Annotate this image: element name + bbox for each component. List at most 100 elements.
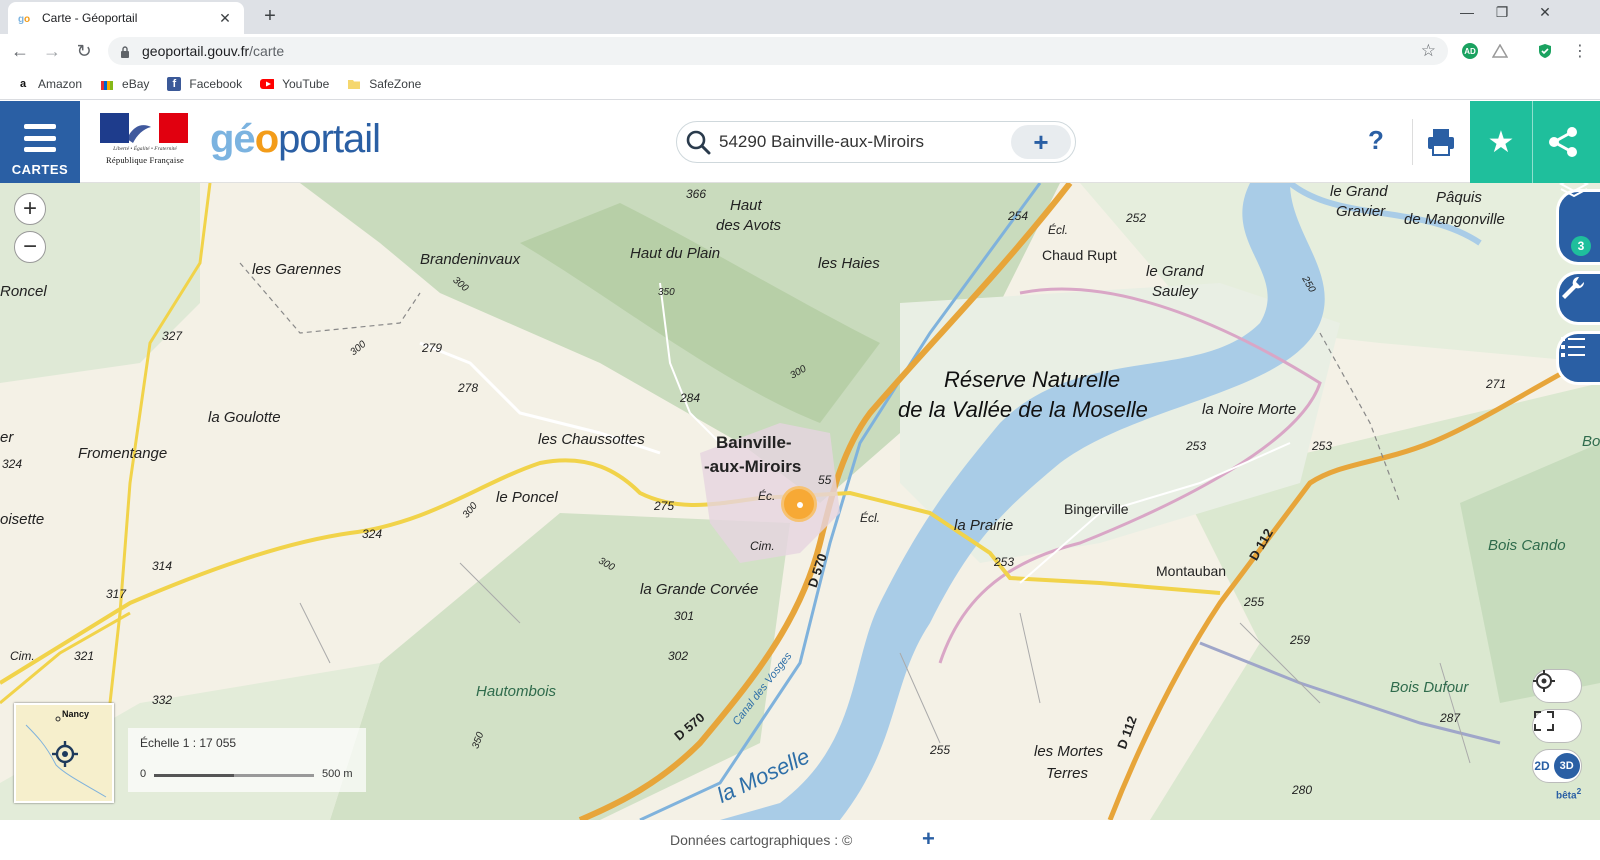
tab-title: Carte - Géoportail	[42, 11, 138, 25]
bookmark-youtube[interactable]: YouTube	[260, 77, 329, 91]
map-label: Fromentange	[78, 445, 168, 462]
help-button[interactable]: ?	[1368, 125, 1384, 156]
view-2d-3d-toggle[interactable]: 2D 3D	[1532, 749, 1582, 783]
map-label: de Mangonville	[1404, 211, 1505, 228]
map-label: la Grande Corvée	[640, 581, 759, 598]
bookmark-star-icon[interactable]: ☆	[1421, 41, 1436, 61]
mode-2d-button[interactable]: 2D	[1534, 759, 1549, 773]
mode-3d-button[interactable]: 3D	[1553, 753, 1580, 779]
map-canvas[interactable]: Haut des Avots Haut du Plain les Haies B…	[0, 183, 1600, 820]
map-label: Roncel	[0, 283, 47, 300]
map-label-reserve: de la Vallée de la Moselle	[898, 397, 1148, 422]
advanced-search-button[interactable]: +	[1011, 125, 1071, 159]
drive-extension-icon[interactable]	[1492, 43, 1508, 59]
bookmarks-bar: a Amazon eBay f Facebook YouTube SafeZon…	[0, 68, 1600, 100]
map-label: les Mortes	[1034, 743, 1104, 760]
elevation-label: 284	[680, 391, 701, 405]
url-text: geoportail.gouv.fr/carte	[142, 43, 285, 59]
adblock-extension-icon[interactable]: AD	[1462, 43, 1478, 59]
reload-button[interactable]: ↻	[72, 39, 96, 63]
hamburger-icon	[24, 124, 56, 152]
map-credits: Données cartographiques : ©	[670, 832, 853, 848]
minimize-button[interactable]: —	[1452, 4, 1482, 20]
map-label: les Chaussottes	[538, 431, 645, 448]
map-scale: Échelle 1 : 17 055 0 500 m	[128, 728, 366, 792]
browser-tab[interactable]: go Carte - Géoportail ✕	[8, 2, 244, 34]
tools-tab[interactable]	[1556, 271, 1600, 325]
bookmark-facebook[interactable]: f Facebook	[167, 76, 242, 91]
share-icon[interactable]	[1544, 123, 1582, 161]
scale-end-label: 500 m	[322, 768, 353, 780]
bookmark-amazon[interactable]: a Amazon	[16, 77, 82, 91]
overview-minimap[interactable]: Nancy	[14, 703, 114, 803]
elevation-label: 314	[152, 559, 173, 573]
elevation-label: 302	[668, 649, 689, 663]
search-input[interactable]	[719, 132, 1011, 152]
map-label-town: Bainville-	[716, 433, 792, 452]
map-label: Éc.	[758, 489, 776, 503]
map-label: Haut du Plain	[630, 245, 721, 262]
geoportail-logo[interactable]: géoportail	[210, 117, 381, 162]
zoom-in-button[interactable]: +	[14, 193, 46, 225]
map-label: Brandeninvaux	[420, 251, 521, 268]
facebook-icon: f	[167, 76, 182, 91]
elevation-label: 275	[654, 499, 675, 513]
browser-menu-icon[interactable]: ⋮	[1568, 39, 1592, 63]
map-label: Montauban	[1156, 563, 1227, 579]
map-label: Pâquis	[1436, 189, 1482, 206]
maximize-button[interactable]: ❐	[1487, 4, 1517, 21]
back-button[interactable]: ←	[8, 39, 32, 63]
elevation-label: 324	[362, 527, 383, 541]
cartes-menu-button[interactable]: CARTES	[0, 101, 80, 183]
search-icon[interactable]	[677, 121, 719, 163]
elevation-label: 255	[1244, 595, 1265, 609]
map-label-town: -aux-Miroirs	[704, 457, 802, 476]
elevation-label: 350	[658, 287, 675, 298]
map-label: Sauley	[1152, 283, 1198, 300]
elevation-label: 321	[74, 649, 95, 663]
legend-tab[interactable]	[1556, 331, 1600, 385]
shield-extension-icon[interactable]	[1537, 43, 1553, 59]
map-label: er	[0, 429, 14, 446]
republique-francaise-logo[interactable]: Liberté • Égalité • Fraternité Républiqu…	[98, 113, 192, 171]
map-label: la Noire Morte	[1202, 401, 1297, 418]
elevation-label: 253	[1312, 439, 1333, 453]
layers-icon	[1559, 183, 1589, 198]
forward-button[interactable]: →	[40, 39, 64, 63]
beta-badge: bêta2	[1556, 786, 1582, 802]
tab-close-icon[interactable]: ✕	[216, 10, 234, 27]
elevation-label: 55	[818, 473, 832, 487]
search-bar: +	[676, 121, 1076, 163]
map-label: des Avots	[716, 217, 782, 234]
elevation-label: 279	[422, 341, 443, 355]
amazon-icon: a	[19, 77, 27, 90]
fullscreen-button[interactable]	[1532, 709, 1582, 743]
map-label: la Prairie	[954, 517, 1014, 534]
bookmark-safezone[interactable]: SafeZone	[347, 77, 421, 91]
layers-tab[interactable]: 3	[1556, 183, 1600, 265]
map-label: Écl.	[1048, 223, 1069, 237]
elevation-label: 253	[994, 555, 1015, 569]
elevation-label: 301	[674, 609, 695, 623]
panel-divider	[1532, 101, 1533, 183]
svg-text:o: o	[24, 14, 30, 24]
map-label: Bois Dufour	[1390, 679, 1469, 696]
location-marker-icon[interactable]	[781, 486, 817, 522]
minimap-label: Nancy	[62, 709, 90, 719]
marianne-flag-icon	[100, 113, 188, 143]
fullscreen-icon	[1534, 711, 1554, 731]
geolocate-button[interactable]	[1532, 669, 1582, 703]
map-label: la Goulotte	[208, 409, 281, 426]
address-bar[interactable]: geoportail.gouv.fr/carte ☆	[108, 37, 1448, 65]
elevation-label: 259	[1290, 633, 1311, 647]
zoom-out-button[interactable]: −	[14, 231, 46, 263]
credits-expand-button[interactable]: +	[922, 826, 935, 852]
close-window-button[interactable]: ✕	[1530, 4, 1560, 21]
bookmark-ebay[interactable]: eBay	[100, 77, 149, 91]
new-tab-button[interactable]: +	[258, 5, 282, 28]
header-divider	[1412, 119, 1413, 165]
favorites-star-icon[interactable]: ★	[1482, 123, 1520, 161]
print-icon[interactable]	[1424, 125, 1458, 159]
elevation-label: 327	[162, 329, 183, 343]
map-label: les Garennes	[252, 261, 342, 278]
